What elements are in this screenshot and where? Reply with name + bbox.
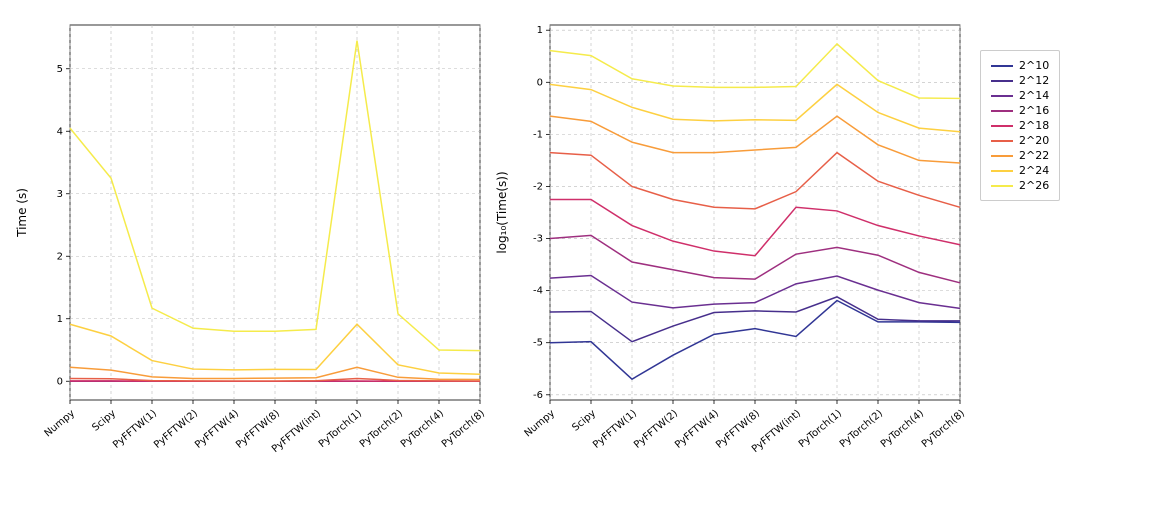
legend-swatch xyxy=(991,170,1013,172)
x-tick-label: PyTorch(1) xyxy=(317,408,364,450)
y-tick-label: -1 xyxy=(533,129,543,140)
legend-entry: 2^20 xyxy=(991,134,1049,147)
left-panel: 0 1 2 3 4 5 Numpy ScipyPyFFTW(1)PyFFTW(2)PyFFTW… xyxy=(10,10,490,510)
x-tick-label: PyFFTW(4) xyxy=(193,408,241,451)
legend-entry: 2^12 xyxy=(991,74,1049,87)
legend-swatch xyxy=(991,95,1013,97)
legend-entry: 2^14 xyxy=(991,89,1049,102)
legend-label: 2^12 xyxy=(1019,74,1049,87)
legend-swatch xyxy=(991,185,1013,187)
series-line xyxy=(550,44,960,99)
y-tick-label: -4 xyxy=(533,286,543,297)
y-tick-label: -6 xyxy=(533,390,543,401)
y-tick-label: 2 xyxy=(57,251,63,262)
x-tick-label: PyTorch(4) xyxy=(879,408,926,450)
y-tick-label: -2 xyxy=(533,181,543,192)
y-tick-label: -5 xyxy=(533,338,543,349)
legend-entry: 2^18 xyxy=(991,119,1049,132)
x-tick-label: PyTorch(1) xyxy=(797,408,844,450)
legend-entry: 2^16 xyxy=(991,104,1049,117)
x-tick-label: PyTorch(2) xyxy=(358,408,405,450)
y-axis-label: log₁₀(Time(s)) xyxy=(495,171,509,253)
x-tick-label: PyFFTW(4) xyxy=(673,408,721,451)
x-tick-label: Numpy xyxy=(43,408,78,440)
x-tick-label: Scipy xyxy=(90,408,118,434)
figure: 012345NumpyScipyPyFFTW(1)PyFFTW(2)PyFFTW… xyxy=(10,10,1142,510)
y-tick-label: 4 xyxy=(57,126,63,137)
legend-label: 2^22 xyxy=(1019,149,1049,162)
x-tick-label: Scipy xyxy=(570,408,598,434)
legend-entry: 2^24 xyxy=(991,164,1049,177)
y-tick-label: 5 xyxy=(57,64,63,75)
right-panel: -6-5-4-3-2-101NumpyScipyPyFFTW(1)PyFFTW(… xyxy=(490,10,970,510)
y-tick-label: -3 xyxy=(533,234,543,245)
x-tick-label: PyFFTW(2) xyxy=(152,408,200,451)
x-tick-label: PyFFTW(1) xyxy=(591,408,639,451)
legend: 2^10 2^12 2^14 2^16 2^18 2^20 2^22 2^24 2^26 xyxy=(980,50,1060,201)
y-tick-label: 0 xyxy=(537,77,543,88)
legend-label: 2^20 xyxy=(1019,134,1049,147)
legend-label: 2^10 xyxy=(1019,59,1049,72)
y-tick-label: 1 xyxy=(57,314,63,325)
legend-label: 2^24 xyxy=(1019,164,1049,177)
legend-swatch xyxy=(991,140,1013,142)
legend-label: 2^14 xyxy=(1019,89,1049,102)
legend-swatch xyxy=(991,110,1013,112)
y-axis-label: Time (s) xyxy=(15,188,29,238)
x-tick-label: PyFFTW(2) xyxy=(632,408,680,451)
y-tick-label: 1 xyxy=(537,25,543,36)
x-tick-label: PyTorch(8) xyxy=(920,408,967,450)
legend-label: 2^16 xyxy=(1019,104,1049,117)
x-tick-label: PyTorch(2) xyxy=(838,408,885,450)
y-tick-label: 0 xyxy=(57,376,63,387)
legend-entry: 2^22 xyxy=(991,149,1049,162)
y-tick-label: 3 xyxy=(57,189,63,200)
legend-label: 2^26 xyxy=(1019,179,1049,192)
legend-swatch xyxy=(991,125,1013,127)
legend-label: 2^18 xyxy=(1019,119,1049,132)
legend-entry: 2^26 xyxy=(991,179,1049,192)
x-tick-label: PyTorch(4) xyxy=(399,408,446,450)
legend-entry: 2^10 xyxy=(991,59,1049,72)
x-tick-label: PyFFTW(1) xyxy=(111,408,159,451)
legend-swatch xyxy=(991,80,1013,82)
x-tick-label: Numpy xyxy=(523,408,558,440)
x-tick-label: PyTorch(8) xyxy=(440,408,487,450)
legend-swatch xyxy=(991,155,1013,157)
legend-swatch xyxy=(991,65,1013,67)
